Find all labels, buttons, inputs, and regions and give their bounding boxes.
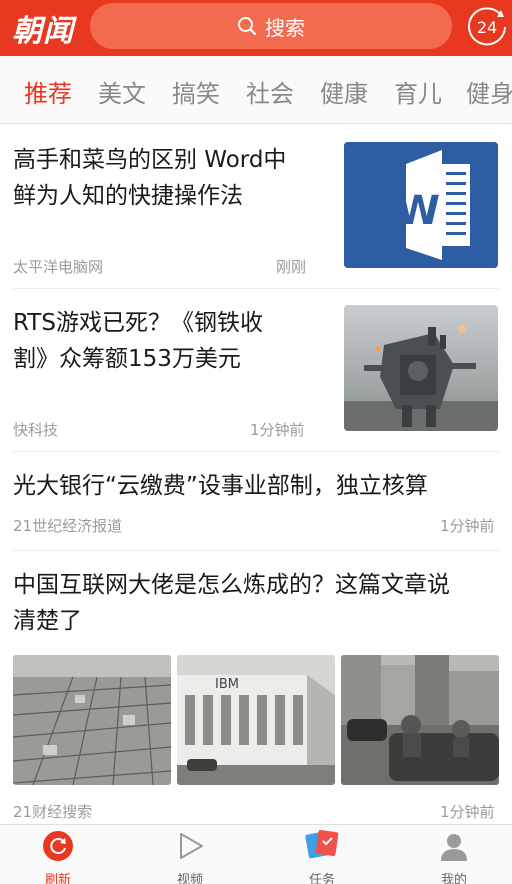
search-icon [238,17,257,36]
svg-text:W: W [396,188,440,234]
tab-fitness[interactable]: 健身 [466,74,512,109]
news-time: 1分钟前 [250,421,305,439]
news-title: 高手和菜鸟的区别 Word中 鲜为人知的快捷操作法 [13,147,287,209]
word-logo-icon: W [344,142,498,268]
news-item[interactable]: 中国互联网大佬是怎么炼成的？这篇文章说 清楚了 IBM 21财经搜索 1分钟前 [0,551,512,823]
nav-profile-label: 我的 [440,873,467,884]
nav-task[interactable]: 任务 [282,825,362,884]
news-time: 1分钟前 [440,803,495,821]
svg-text:IBM: IBM [215,677,239,692]
24h-badge: 24 [476,17,498,37]
news-thumbnail: W [344,142,498,268]
news-source: 21财经搜索 [13,803,93,821]
nav-refresh-label: 刷新 [44,873,71,884]
news-source: 太平洋电脑网 [13,258,104,276]
category-tabs: 推荐 美文 搞笑 社会 健康 育儿 健身 [0,56,512,124]
tab-health[interactable]: 健康 [320,74,368,109]
news-time: 1分钟前 [440,517,495,535]
play-icon [180,833,203,859]
bottom-navigation: 刷新 视频 任务 我的 [0,824,512,884]
tab-recommend[interactable]: 推荐 [24,74,72,109]
search-label: 搜索 [265,15,305,40]
news-title: 光大银行“云缴费”设事业部制，独立核算 [13,473,428,499]
news-item[interactable]: 高手和菜鸟的区别 Word中 鲜为人知的快捷操作法 太平洋电脑网 刚刚 W [0,124,512,289]
news-time: 刚刚 [276,258,307,276]
nav-refresh[interactable]: 刷新 [18,825,98,884]
tab-essays[interactable]: 美文 [98,74,146,109]
ibm-building-image: IBM [177,655,335,785]
refresh-icon [43,831,73,861]
news-image [13,655,171,785]
robot-mech-image [344,305,498,431]
news-title: 中国互联网大佬是怎么炼成的？这篇文章说 清楚了 [13,572,450,634]
task-icon [305,829,339,859]
tab-parenting[interactable]: 育儿 [394,74,442,109]
street-vintage-car-image [341,655,499,785]
nav-task-label: 任务 [308,873,335,884]
news-thumbnail [344,305,498,431]
news-image: IBM [177,655,335,785]
city-aerial-image [13,655,171,785]
search-button[interactable]: 搜索 [90,3,452,49]
app-logo: 朝闻 [12,14,74,49]
profile-icon [441,834,467,861]
nav-video-label: 视频 [176,873,203,884]
news-source: 21世纪经济报道 [13,517,123,535]
news-title: RTS游戏已死？《钢铁收 割》众筹额153万美元 [13,310,263,372]
nav-video[interactable]: 视频 [150,825,230,884]
news-item[interactable]: 光大银行“云缴费”设事业部制，独立核算 21世纪经济报道 1分钟前 [0,452,512,550]
news-image [341,655,499,785]
news-source: 快科技 [13,421,59,439]
nav-profile[interactable]: 我的 [414,825,494,884]
24h-news-button[interactable]: 24 [466,6,508,48]
app-header: 朝闻 搜索 24 [0,0,512,56]
tab-society[interactable]: 社会 [246,74,294,109]
tab-funny[interactable]: 搞笑 [172,74,220,109]
news-item[interactable]: RTS游戏已死？《钢铁收 割》众筹额153万美元 快科技 1分钟前 [0,289,512,451]
